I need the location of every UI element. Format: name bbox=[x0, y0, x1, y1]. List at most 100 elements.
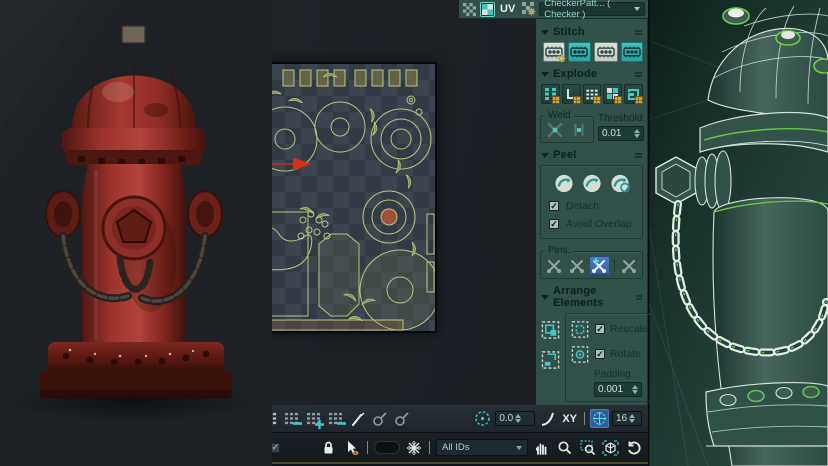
lock-selection-icon[interactable] bbox=[319, 438, 338, 457]
arrange-title: Arrange Elements bbox=[553, 285, 632, 309]
select-element-cursor-icon[interactable] bbox=[342, 438, 361, 457]
dropdown-arrow-icon bbox=[516, 446, 522, 450]
falloff-sphere-button[interactable] bbox=[590, 409, 609, 428]
paint-select-button[interactable] bbox=[348, 409, 367, 428]
spinner-arrows-icon[interactable] bbox=[634, 129, 640, 138]
id-filter-dropdown[interactable]: All IDs bbox=[436, 439, 528, 456]
soft-selection-spinner[interactable]: 0.0 bbox=[495, 411, 535, 426]
separator bbox=[429, 441, 430, 454]
spinner-arrows-icon[interactable] bbox=[515, 414, 521, 423]
rescale-elements-button[interactable] bbox=[570, 319, 590, 339]
threshold-spinner[interactable]: 0.01 bbox=[598, 126, 644, 141]
rollout-menu-icon[interactable] bbox=[635, 72, 642, 77]
threshold-label: Threshold: bbox=[598, 113, 645, 124]
zoom-icon[interactable] bbox=[555, 438, 574, 457]
paint-brush-small-icon[interactable] bbox=[392, 409, 411, 428]
grow-face-selection-button[interactable] bbox=[304, 409, 323, 428]
option-badge-icon bbox=[635, 96, 643, 104]
paint-brush-large-icon[interactable] bbox=[370, 409, 389, 428]
arrange-options-group: ✓ Rescale ✓ Rotate Padding: 0.001 bbox=[565, 313, 653, 402]
padding-label: Padding: bbox=[594, 369, 648, 380]
falloff-space-label[interactable]: XY bbox=[562, 413, 577, 425]
collapse-arrow-icon bbox=[541, 295, 549, 300]
zoom-extents-icon[interactable] bbox=[601, 438, 620, 457]
spinner-arrows-icon[interactable] bbox=[632, 385, 638, 394]
edge-distance-spinner[interactable]: 16 bbox=[612, 411, 642, 426]
threshold-value: 0.01 bbox=[602, 128, 632, 139]
explode-checker-button[interactable] bbox=[603, 84, 622, 104]
option-badge-icon bbox=[552, 96, 560, 104]
render-viewport-hydrant bbox=[0, 0, 272, 466]
pin-remove-button[interactable] bbox=[619, 256, 640, 275]
falloff-curve-icon[interactable] bbox=[538, 409, 557, 428]
rotate-elements-button[interactable] bbox=[570, 344, 590, 364]
pack-together-button[interactable] bbox=[540, 349, 561, 370]
rescale-checkbox[interactable]: ✓ bbox=[595, 324, 605, 334]
stitch-header[interactable]: Stitch bbox=[541, 26, 642, 38]
collapse-arrow-icon bbox=[541, 153, 549, 158]
revert-zoom-icon[interactable] bbox=[624, 438, 643, 457]
peel-header[interactable]: Peel bbox=[541, 149, 642, 161]
uv-channel-label: UV bbox=[500, 3, 515, 15]
checkmark-icon: ✓ bbox=[550, 202, 558, 211]
peel-title: Peel bbox=[553, 149, 576, 161]
peel-group: ✓ Detach ✓ Avoid Overlap bbox=[540, 165, 643, 239]
rollout-menu-icon[interactable] bbox=[635, 153, 642, 158]
rotate-label: Rotate bbox=[610, 348, 641, 360]
explode-strips-button[interactable] bbox=[583, 84, 602, 104]
shrink-edge-selection-button[interactable] bbox=[282, 409, 301, 428]
rollout-menu-icon[interactable] bbox=[635, 30, 642, 35]
separator bbox=[584, 412, 585, 425]
uv-editor-titlebar: UV CheckerPatt... ( Checker ) bbox=[459, 0, 648, 19]
wireframe-viewport bbox=[648, 0, 828, 466]
pin-move-button[interactable] bbox=[544, 256, 565, 275]
spinner-arrows-icon[interactable] bbox=[629, 414, 635, 423]
pin-add-button[interactable] bbox=[589, 256, 610, 275]
edge-distance-value: 16 bbox=[616, 413, 627, 424]
padding-spinner[interactable]: 0.001 bbox=[594, 382, 642, 397]
application-window: UV CheckerPatt... ( Checker ) Stitch bbox=[0, 0, 828, 466]
pins-group: Pins: bbox=[540, 251, 643, 279]
stitch-average-button[interactable] bbox=[594, 42, 618, 62]
quick-peel-button[interactable] bbox=[553, 172, 575, 194]
soft-selection-icon[interactable] bbox=[473, 409, 492, 428]
checker-active-icon[interactable] bbox=[480, 2, 495, 17]
checker-settings-icon[interactable] bbox=[521, 2, 536, 17]
explode-title: Explode bbox=[553, 68, 597, 80]
checker-pattern-icon[interactable] bbox=[462, 2, 477, 17]
pin-select-button[interactable] bbox=[567, 256, 588, 275]
stitch-custom-button[interactable] bbox=[543, 42, 565, 62]
padding-value: 0.001 bbox=[598, 384, 630, 395]
avoid-overlap-label: Avoid Overlap bbox=[566, 218, 632, 230]
texture-checker-dropdown[interactable]: CheckerPatt... ( Checker ) bbox=[539, 2, 645, 16]
gear-badge-icon bbox=[557, 54, 566, 63]
section-arrange: Arrange Elements bbox=[540, 285, 643, 402]
shrink-face-selection-button[interactable] bbox=[326, 409, 345, 428]
option-badge-icon bbox=[573, 96, 581, 104]
zoom-region-icon[interactable] bbox=[578, 438, 597, 457]
texture-checker-value: CheckerPatt... ( Checker ) bbox=[544, 0, 634, 20]
stitch-target-button[interactable] bbox=[621, 42, 643, 62]
checkmark-icon: ✓ bbox=[272, 443, 280, 452]
weld-all-button[interactable] bbox=[569, 121, 591, 139]
stitch-title: Stitch bbox=[553, 26, 585, 38]
pack-normalize-button[interactable] bbox=[540, 319, 561, 340]
arrange-header[interactable]: Arrange Elements bbox=[541, 285, 642, 309]
selection-preview-swatch[interactable] bbox=[374, 441, 400, 454]
avoid-overlap-checkbox[interactable]: ✓ bbox=[549, 219, 559, 229]
break-corner-button[interactable] bbox=[562, 84, 581, 104]
snowflake-freeze-icon[interactable] bbox=[404, 438, 423, 457]
peel-mode-button[interactable] bbox=[581, 172, 603, 194]
weld-selected-button[interactable] bbox=[544, 121, 566, 139]
checkmark-icon: ✓ bbox=[596, 350, 604, 359]
section-stitch: Stitch bbox=[540, 26, 643, 62]
rotate-checkbox[interactable]: ✓ bbox=[595, 349, 605, 359]
break-by-edge-button[interactable] bbox=[541, 84, 560, 104]
explode-element-button[interactable] bbox=[624, 84, 643, 104]
explode-header[interactable]: Explode bbox=[541, 68, 642, 80]
peel-reset-button[interactable] bbox=[609, 172, 631, 194]
pan-hand-icon[interactable] bbox=[532, 438, 551, 457]
rollout-menu-icon[interactable] bbox=[636, 295, 642, 300]
detach-checkbox[interactable]: ✓ bbox=[549, 201, 559, 211]
stitch-source-button[interactable] bbox=[568, 42, 590, 62]
